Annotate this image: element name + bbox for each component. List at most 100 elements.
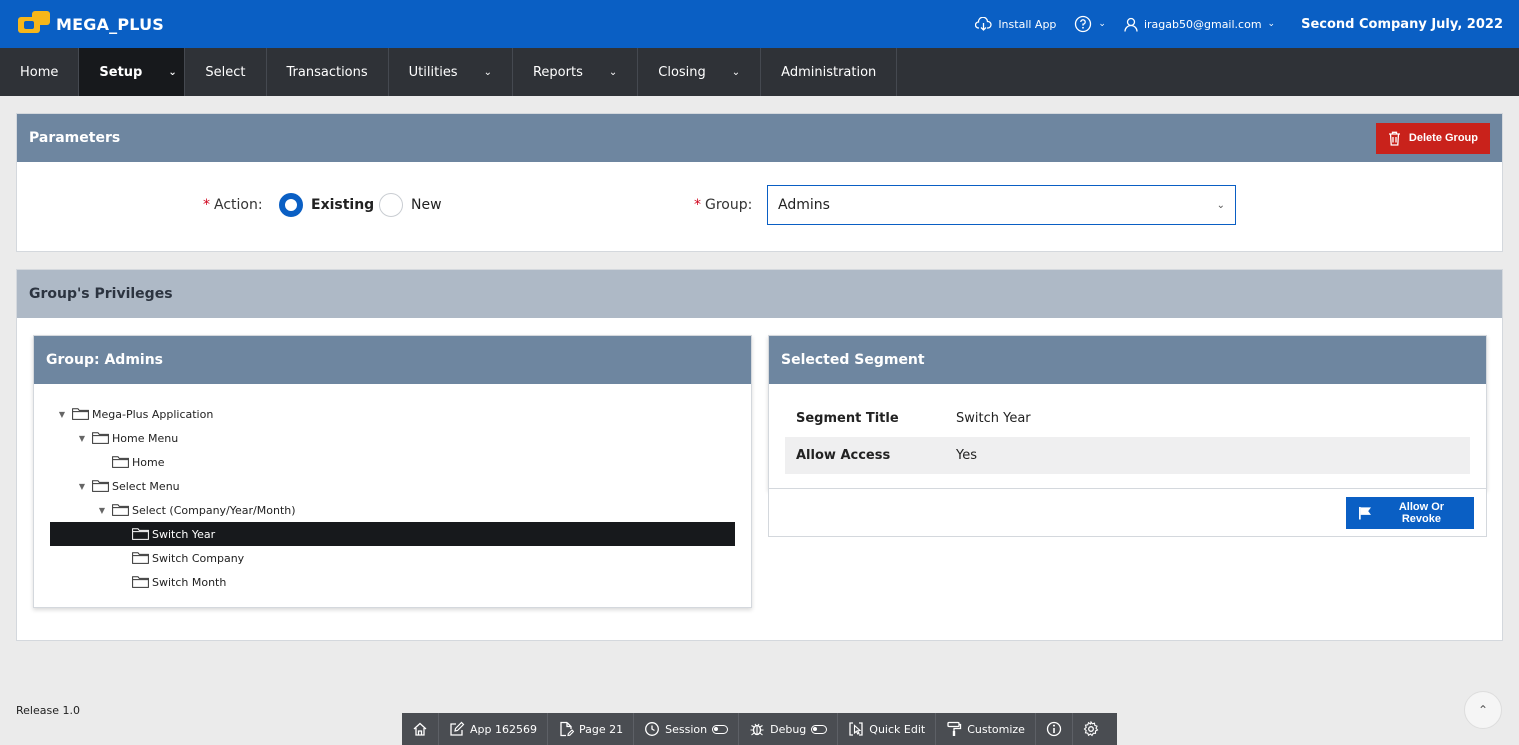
- scroll-top-button[interactable]: ⌃: [1464, 691, 1502, 729]
- chevron-down-icon: ⌄: [731, 66, 741, 78]
- help-menu[interactable]: ⌄: [1074, 15, 1106, 33]
- parameters-body: * Action: Existing New * Group: Admins ⌄: [17, 162, 1502, 251]
- gear-icon: [1083, 721, 1099, 737]
- user-email: iragab50@gmail.com: [1143, 17, 1262, 31]
- tree-node[interactable]: Switch Month: [34, 570, 751, 594]
- folder-icon: [92, 432, 109, 444]
- tree-node[interactable]: ▼ Home Menu: [34, 426, 751, 450]
- dev-settings-button[interactable]: [1073, 713, 1109, 745]
- parameters-header: Parameters Delete Group: [17, 114, 1502, 162]
- top-bar: MEGA_PLUS Install App ⌄ iragab50@gmail.c…: [0, 0, 1519, 48]
- selected-segment-title: Selected Segment: [781, 352, 925, 368]
- menu-administration[interactable]: Administration: [761, 48, 898, 96]
- dev-app-label: App 162569: [470, 722, 537, 736]
- group-tree-panel: Group: Admins ▼ Mega-Plus Application ▼ Hom…: [33, 335, 752, 608]
- menu-setup[interactable]: Setup ⌄: [79, 48, 186, 96]
- chevron-up-icon: ⌃: [1477, 703, 1489, 717]
- menu-home-label: Home: [20, 64, 59, 80]
- help-icon: [1075, 15, 1092, 33]
- menu-utilities[interactable]: Utilities ⌄: [389, 48, 513, 96]
- menu-closing-label: Closing: [658, 64, 706, 80]
- tree-node[interactable]: Switch Year: [50, 522, 735, 546]
- folder-icon: [132, 528, 149, 540]
- edit-icon: [450, 721, 465, 736]
- folder-icon: [112, 456, 129, 468]
- group-select-value: Admins: [778, 197, 830, 213]
- menu-select[interactable]: Select: [185, 48, 267, 96]
- radio-new-circle[interactable]: [379, 193, 403, 217]
- user-menu[interactable]: iragab50@gmail.com ⌄: [1124, 17, 1275, 32]
- expand-toggle-icon[interactable]: ▼: [96, 506, 108, 515]
- quick-edit-icon: [849, 722, 863, 736]
- info-icon: [1046, 721, 1062, 737]
- group-label: * Group:: [694, 197, 752, 213]
- session-toggle-icon[interactable]: [712, 724, 729, 734]
- tree-node-label: Switch Company: [152, 551, 245, 565]
- dev-debug-label: Debug: [770, 722, 807, 736]
- menu-utilities-label: Utilities: [408, 64, 458, 80]
- tree-node[interactable]: ▼ Select (Company/Year/Month): [34, 498, 751, 522]
- dev-info-button[interactable]: [1036, 713, 1073, 745]
- dev-page-button[interactable]: Page 21: [548, 713, 635, 745]
- tree-node[interactable]: ▼ Mega-Plus Application: [34, 402, 751, 426]
- expand-toggle-icon[interactable]: ▼: [56, 410, 68, 419]
- flag-icon: [1359, 506, 1372, 520]
- tree-node-label: Home Menu: [112, 431, 179, 445]
- menu-home[interactable]: Home: [0, 48, 80, 96]
- dev-session-button[interactable]: Session: [634, 713, 740, 745]
- tree-node-label: Select Menu: [112, 479, 180, 493]
- release-label: Release 1.0: [16, 704, 80, 717]
- menu-select-label: Select: [205, 64, 246, 80]
- debug-toggle-icon[interactable]: [811, 724, 828, 734]
- folder-icon: [72, 408, 89, 420]
- expand-toggle-icon[interactable]: ▼: [76, 482, 88, 491]
- dev-debug-button[interactable]: Debug: [739, 713, 839, 745]
- privileges-panel: Group's Privileges Group: Admins ▼ Mega-P…: [16, 269, 1503, 641]
- group-select[interactable]: Admins ⌄: [767, 185, 1236, 225]
- folder-icon: [132, 552, 149, 564]
- allow-or-revoke-button[interactable]: Allow Or Revoke: [1346, 497, 1474, 529]
- chevron-down-icon: ⌄: [608, 66, 618, 78]
- required-mark: *: [203, 197, 210, 213]
- chevron-down-icon: ⌄: [1098, 19, 1106, 29]
- company-period[interactable]: Second Company July, 2022: [1301, 17, 1503, 32]
- dev-quick-edit-button[interactable]: Quick Edit: [838, 713, 937, 745]
- parameters-panel: Parameters Delete Group * Action: Existin…: [16, 113, 1503, 252]
- dev-customize-button[interactable]: Customize: [936, 713, 1036, 745]
- privileges-header: Group's Privileges: [17, 270, 1502, 318]
- delete-group-button[interactable]: Delete Group: [1375, 122, 1490, 154]
- radio-existing-circle[interactable]: [279, 193, 303, 217]
- app-logo[interactable]: MEGA_PLUS: [18, 9, 164, 39]
- segment-title-row: Segment Title Switch Year: [785, 400, 1470, 437]
- menu-reports[interactable]: Reports ⌄: [513, 48, 639, 96]
- tree-node-label: Switch Month: [152, 575, 227, 589]
- group-tree-title: Group: Admins: [46, 352, 164, 368]
- install-app-label: Install App: [998, 17, 1057, 31]
- segment-title-value: Switch Year: [956, 411, 1031, 426]
- menu-closing[interactable]: Closing ⌄: [638, 48, 762, 96]
- dev-app-button[interactable]: App 162569: [439, 713, 548, 745]
- app-name: MEGA_PLUS: [56, 14, 165, 34]
- logo-icon: [18, 9, 50, 39]
- tree-node[interactable]: ▼ Select Menu: [34, 474, 751, 498]
- radio-existing[interactable]: Existing: [279, 193, 374, 217]
- selected-segment-header: Selected Segment: [769, 336, 1486, 384]
- tree-node[interactable]: Switch Company: [34, 546, 751, 570]
- segment-title-key: Segment Title: [796, 411, 899, 426]
- parameters-title: Parameters: [29, 130, 121, 146]
- menu-transactions[interactable]: Transactions: [267, 48, 389, 96]
- dev-home-button[interactable]: [402, 713, 439, 745]
- home-icon: [413, 722, 427, 736]
- install-app-link[interactable]: Install App: [975, 17, 1056, 31]
- cloud-download-icon: [975, 17, 992, 31]
- allow-access-row: Allow Access Yes: [785, 437, 1470, 474]
- chevron-down-icon: ⌄: [483, 66, 492, 78]
- selected-segment-panel: Selected Segment Segment Title Switch Ye…: [768, 335, 1487, 490]
- folder-icon: [132, 576, 149, 588]
- clock-icon: [645, 722, 660, 736]
- dev-customize-label: Customize: [967, 722, 1025, 736]
- radio-new[interactable]: New: [379, 193, 442, 217]
- tree-node[interactable]: Home: [34, 450, 751, 474]
- expand-toggle-icon[interactable]: ▼: [76, 434, 88, 443]
- folder-icon: [92, 480, 109, 492]
